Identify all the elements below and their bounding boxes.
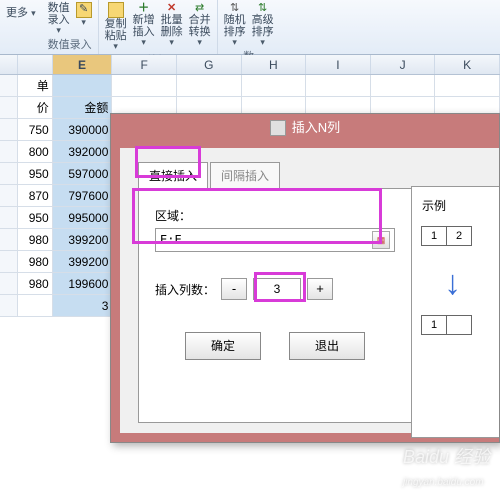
group-label-numinput: 数值录入 — [48, 36, 92, 54]
range-input[interactable] — [160, 233, 340, 247]
watermark: Baidu 经验 jingyan.baidu.com — [403, 443, 490, 490]
ribbon-delete[interactable]: ✕批量 删除▾ — [161, 2, 183, 52]
ribbon-copy[interactable]: 复制 粘贴▾ — [105, 2, 127, 52]
count-decrement[interactable]: - — [221, 278, 247, 300]
tab-direct-insert[interactable]: 直接插入 — [138, 162, 208, 188]
table-row[interactable]: 单 — [0, 75, 500, 97]
dialog-title-text: 插入N列 — [292, 114, 340, 142]
insert-columns-dialog: 插入N列 直接插入 间隔插入 区域： ▦ 插入列数： - 3 + 确定 退出 — [110, 113, 500, 443]
dialog-titlebar[interactable]: 插入N列 — [111, 114, 499, 142]
example-panel: 示例 1 2 ↓ 1 — [411, 186, 499, 438]
ribbon-edit-icon[interactable]: ✎▾ — [76, 2, 92, 36]
range-picker-icon[interactable]: ▦ — [372, 231, 390, 249]
count-label: 插入列数： — [155, 281, 215, 298]
ribbon-merge[interactable]: ⇄合并 转换▾ — [189, 2, 211, 52]
ribbon-random[interactable]: ⇅随机 排序▾ — [224, 2, 246, 48]
count-value[interactable]: 3 — [253, 278, 301, 300]
column-headers[interactable]: E F G H I J K — [0, 55, 500, 75]
ok-button[interactable]: 确定 — [185, 332, 261, 360]
dialog-icon — [270, 120, 286, 136]
ribbon-numinput[interactable]: 数值 录入▾ — [48, 2, 70, 36]
ribbon-more[interactable]: 更多 ▾ — [0, 0, 42, 24]
example-title: 示例 — [422, 197, 499, 214]
cancel-button[interactable]: 退出 — [289, 332, 365, 360]
ribbon-insert[interactable]: ＋新增 插入▾ — [133, 2, 155, 52]
range-label: 区域： — [155, 207, 395, 224]
count-increment[interactable]: + — [307, 278, 333, 300]
tab-interval-insert[interactable]: 间隔插入 — [210, 162, 280, 188]
ribbon-advsort[interactable]: ⇅高级 排序▾ — [252, 2, 274, 48]
down-arrow-icon: ↓ — [444, 264, 499, 303]
